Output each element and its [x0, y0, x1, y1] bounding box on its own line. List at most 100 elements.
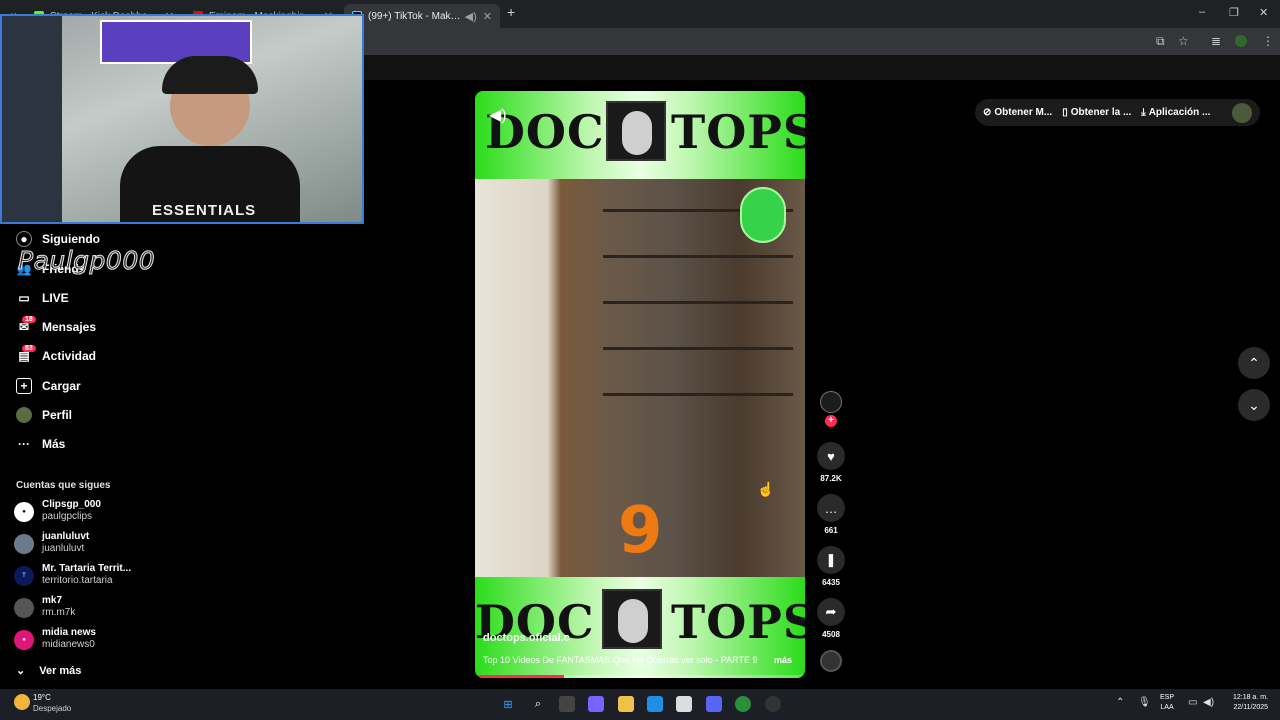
account-handle: midianews0 [42, 639, 95, 650]
followed-account-tartaria[interactable]: T Mr. Tartaria Territ... territorio.tarta… [14, 563, 131, 587]
menu-kebab-icon[interactable]: ⋮ [1262, 34, 1274, 48]
nav-more[interactable]: ··· Más [16, 436, 65, 452]
live-tv-icon: ▭ [18, 291, 30, 305]
more-dots-icon: ··· [18, 437, 30, 451]
comment-icon[interactable]: … [817, 494, 845, 522]
followed-account-mk7[interactable]: mk7 rm.m7k [14, 595, 75, 619]
nav-upload[interactable]: + Cargar [16, 378, 81, 394]
video-author[interactable]: doctops.oficial.c [483, 632, 570, 644]
comment-action[interactable]: … 661 [817, 494, 845, 535]
user-avatar[interactable] [1232, 102, 1252, 123]
upload-plus-icon: + [16, 378, 32, 394]
pill-label: Aplicación ... [1148, 107, 1211, 118]
hand-cursor-icon: ☝ [757, 481, 775, 497]
chevron-up-icon: ⌃ [1248, 354, 1260, 371]
creator-avatar[interactable] [820, 391, 842, 413]
messages-badge: 18 [22, 316, 36, 323]
next-video-button[interactable]: ⌄ [1238, 389, 1270, 421]
obs-icon[interactable] [765, 696, 781, 712]
minimize-icon[interactable]: – [1199, 6, 1205, 18]
install-app-icon[interactable]: ⧉ [1156, 34, 1165, 49]
nav-profile[interactable]: Perfil [16, 407, 72, 423]
desktop-app-button[interactable]: ⤓ Aplicación ... [1141, 107, 1210, 118]
bookmark-star-icon[interactable]: ☆ [1178, 34, 1189, 48]
shelf [603, 347, 793, 350]
profile-avatar[interactable] [1235, 35, 1247, 47]
webcam-background [2, 16, 62, 222]
nav-live[interactable]: ▭ LIVE [16, 290, 68, 306]
video-player[interactable]: DOC TOPS 9 ◀) DOC TOPS doctops.oficial.c… [475, 91, 805, 678]
clock-time: 12:18 a. m. [1232, 694, 1268, 701]
tab-tiktok[interactable]: (99+) TikTok - Make Your Day ◀) ✕ [344, 4, 500, 28]
tab-title: (99+) TikTok - Make Your Day [368, 10, 461, 22]
volume-icon[interactable]: ◀) [489, 105, 507, 125]
like-action[interactable]: ♥ 87.2K [817, 442, 845, 483]
nav-label: Actividad [42, 349, 97, 363]
chevron-down-icon: ⌄ [1248, 396, 1260, 413]
share-action[interactable]: ➦ 4508 [817, 598, 845, 639]
bookmark-icon[interactable]: ❚ [817, 546, 845, 574]
video-caption: Top 10 Videos De FANTASMAS Que No Querrá… [483, 655, 758, 665]
shelf [603, 255, 793, 258]
banner-text-right: TOPS [671, 105, 805, 159]
get-app-button[interactable]: ▯ Obtener la ... [1062, 107, 1131, 118]
language-indicator[interactable]: ESP LAA [1160, 693, 1174, 713]
see-more-button[interactable]: ⌄ Ver más [16, 664, 82, 678]
chrome-icon[interactable] [735, 696, 751, 712]
weather-icon[interactable] [14, 694, 30, 710]
webcam-person-cap [162, 56, 258, 94]
layout-code: LAA [1160, 704, 1174, 711]
nav-label: Cargar [42, 379, 81, 393]
file-explorer-icon[interactable] [618, 696, 634, 712]
copilot-icon[interactable] [588, 696, 604, 712]
comments-count: 661 [824, 526, 838, 535]
save-action[interactable]: ❚ 6435 [817, 546, 845, 587]
saves-count: 6435 [822, 578, 840, 587]
search-icon[interactable]: ⌕ [530, 696, 546, 712]
pill-label: Obtener la ... [1070, 107, 1132, 118]
account-handle: rm.m7k [42, 607, 76, 618]
banner-face-image [602, 589, 662, 649]
system-clock[interactable]: 12:18 a. m. 22/11/2025 [1224, 693, 1268, 713]
get-coins-button[interactable]: ⊘ Obtener M... [983, 107, 1052, 118]
phone-icon: ▯ [1062, 107, 1068, 118]
edge-icon[interactable] [647, 696, 663, 712]
shelf [603, 301, 793, 304]
see-more-label: Ver más [39, 664, 82, 677]
windows-start-icon[interactable]: ⊞ [500, 696, 516, 712]
account-handle: juanluluvt [42, 543, 85, 554]
new-tab-icon[interactable]: + [507, 4, 515, 20]
shares-count: 4508 [822, 630, 840, 639]
tray-chevron-icon[interactable]: ⌃ [1116, 697, 1124, 708]
nav-label: Más [42, 437, 66, 451]
video-top-banner: DOC TOPS [475, 91, 805, 179]
microphone-icon[interactable]: 🎙 [1138, 697, 1151, 708]
previous-video-button[interactable]: ⌃ [1238, 347, 1270, 379]
heart-icon[interactable]: ♥ [817, 442, 845, 470]
followed-account-juanluluvt[interactable]: juanluluvt juanluluvt [14, 531, 89, 555]
rank-number: 9 [618, 494, 663, 568]
caption-more-link[interactable]: más [774, 655, 792, 665]
account-name: mk7 [42, 595, 63, 606]
maximize-icon[interactable]: ❐ [1229, 6, 1239, 19]
task-view-icon[interactable] [559, 696, 575, 712]
tab-audio-icon[interactable]: ◀) [465, 10, 477, 23]
sound-disc-icon[interactable] [820, 650, 842, 672]
streamer-name-overlay: Paulgp000 [17, 246, 156, 276]
followed-account-clipsgp[interactable]: ● Clipsgp_000 paulgpclips [14, 499, 101, 523]
network-icon[interactable]: ▭ [1188, 697, 1197, 708]
follow-plus-icon[interactable]: + [825, 415, 837, 427]
close-window-icon[interactable]: ✕ [1259, 6, 1268, 19]
close-tab-icon[interactable]: ✕ [483, 10, 492, 23]
language-code: ESP [1160, 694, 1175, 701]
account-handle: paulgpclips [42, 511, 93, 522]
media-control-icon[interactable]: ≣ [1211, 34, 1221, 48]
share-arrow-icon[interactable]: ➦ [817, 598, 845, 626]
store-icon[interactable] [676, 696, 692, 712]
followed-account-midianews[interactable]: ● midia news midianews0 [14, 627, 96, 651]
discord-icon[interactable] [706, 696, 722, 712]
volume-tray-icon[interactable]: ◀) [1203, 697, 1214, 708]
green-face-sticker [740, 187, 786, 243]
video-progress-bar[interactable] [475, 675, 805, 678]
nav-following[interactable]: ● Siguiendo [16, 231, 100, 247]
